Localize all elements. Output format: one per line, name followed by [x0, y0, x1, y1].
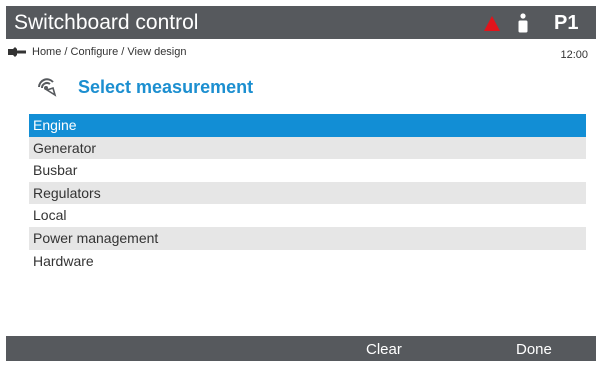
clear-button[interactable]: Clear [366, 340, 402, 359]
warning-triangle-icon[interactable] [484, 16, 500, 31]
done-button[interactable]: Done [516, 340, 552, 359]
list-item-local[interactable]: Local [29, 204, 586, 227]
operator-icon[interactable] [517, 13, 529, 33]
list-item-regulators[interactable]: Regulators [29, 181, 586, 205]
hmi-screen: Switchboard control P1 Home / Configure … [6, 6, 596, 361]
measurement-list: Engine Generator Busbar Regulators Local… [29, 114, 586, 273]
list-item-generator[interactable]: Generator [29, 136, 586, 160]
clock: 12:00 [560, 49, 588, 61]
title-bar: Switchboard control P1 [6, 6, 596, 39]
list-item-power-management[interactable]: Power management [29, 226, 586, 250]
list-item-hardware[interactable]: Hardware [29, 249, 586, 273]
page-title: Select measurement [78, 77, 254, 97]
page-id: P1 [554, 12, 579, 34]
softkey-bar: Clear Done [6, 336, 596, 361]
wrench-icon [8, 47, 26, 57]
breadcrumb-bar: Home / Configure / View design 12:00 [6, 39, 596, 65]
list-item-busbar[interactable]: Busbar [29, 159, 586, 182]
window-title: Switchboard control [14, 11, 199, 34]
breadcrumb[interactable]: Home / Configure / View design [32, 46, 187, 59]
list-item-engine[interactable]: Engine [29, 114, 586, 137]
measurement-gauge-icon [38, 78, 57, 97]
